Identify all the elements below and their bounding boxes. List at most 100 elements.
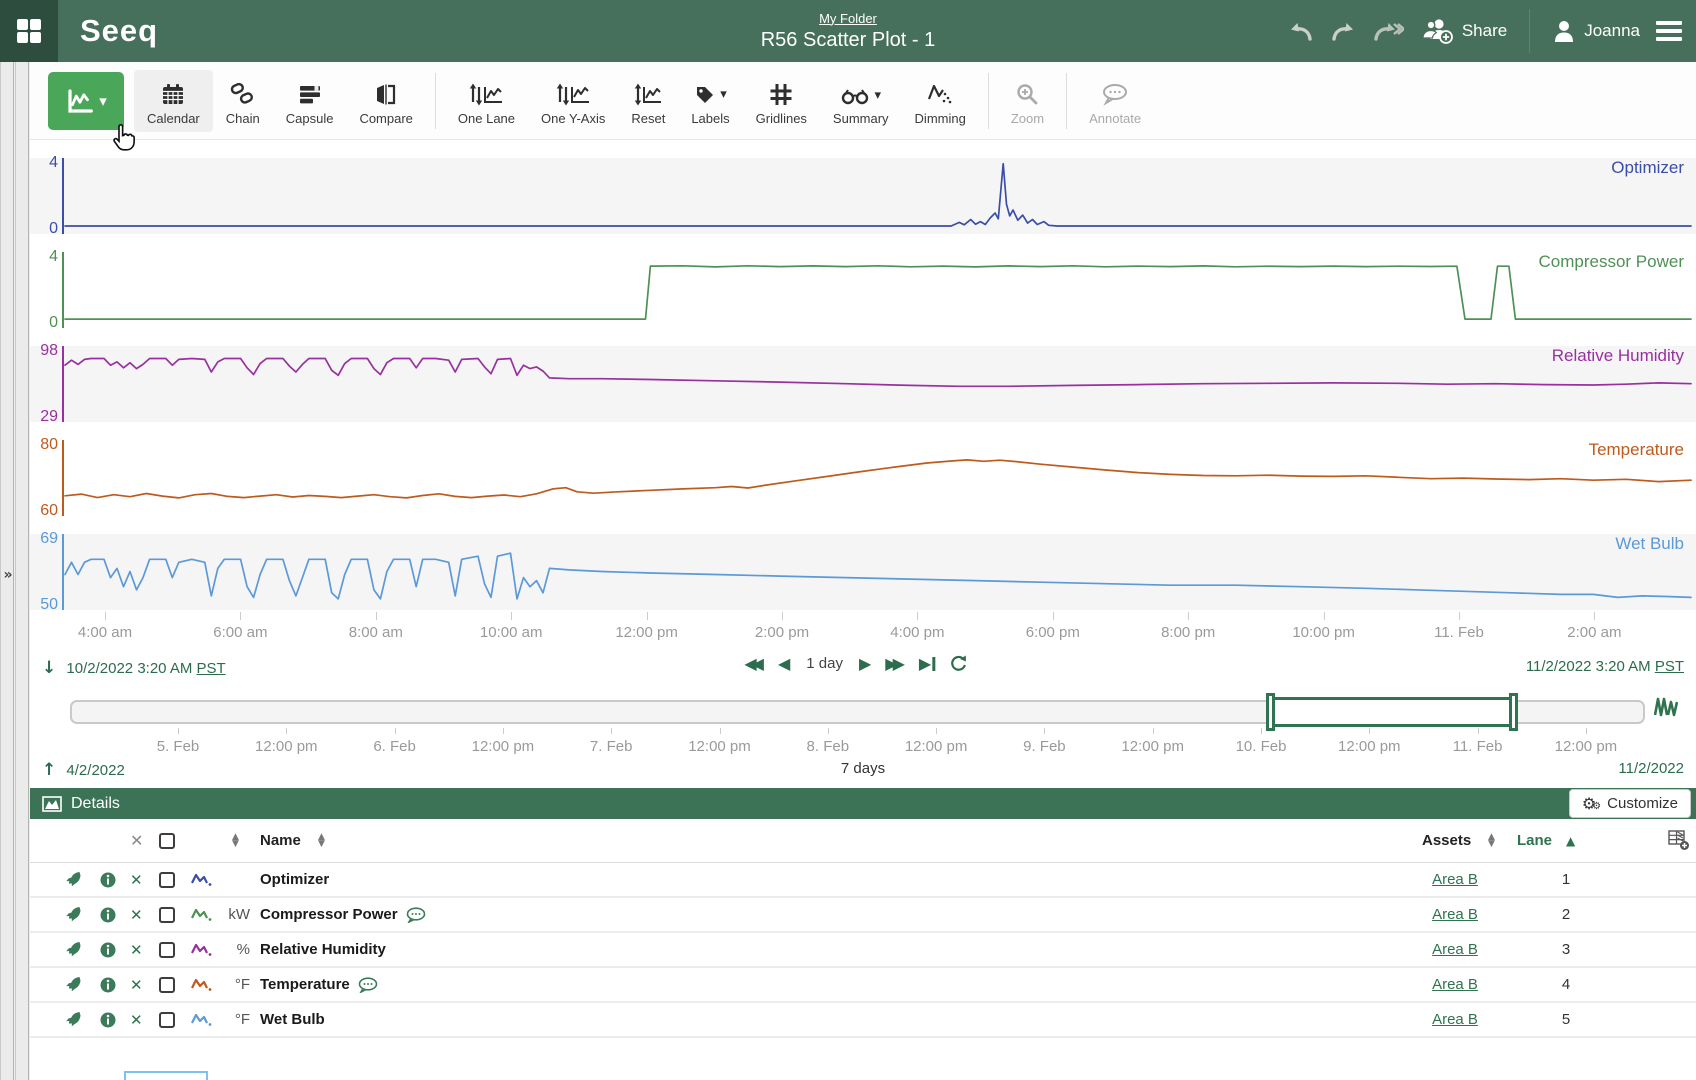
overview-tick	[936, 728, 937, 734]
breadcrumb[interactable]: My Folder	[819, 11, 877, 26]
info-icon[interactable]	[100, 968, 116, 1001]
step-back-much-button[interactable]: ◀◀	[744, 654, 764, 673]
chart-lane-temperature[interactable]: 8060Temperature	[30, 440, 1696, 516]
signal-name[interactable]: Wet Bulb	[260, 1003, 325, 1036]
navigate-rocket-icon[interactable]	[65, 933, 82, 966]
toolbar-button-summary[interactable]: ▾ Summary	[820, 70, 902, 132]
navigate-rocket-icon[interactable]	[65, 863, 82, 896]
app-switcher-button[interactable]	[0, 0, 58, 62]
toolbar-button-one-y-axis[interactable]: One Y-Axis	[528, 70, 618, 132]
add-column-button[interactable]	[1668, 819, 1690, 862]
view-mode-button[interactable]: ▾	[48, 72, 124, 130]
redo-all-icon[interactable]	[1372, 19, 1404, 43]
column-header-lane[interactable]: Lane	[1517, 819, 1552, 862]
auto-update-icon[interactable]	[1654, 696, 1678, 718]
toolbar-button-reset[interactable]: Reset	[618, 70, 678, 132]
info-icon[interactable]	[100, 1003, 116, 1036]
share-button[interactable]: Share	[1420, 17, 1507, 45]
overview-duration[interactable]: 7 days	[30, 760, 1696, 777]
remove-signal-button[interactable]: ✕	[130, 898, 143, 931]
comment-icon[interactable]	[358, 977, 378, 993]
display-range-start[interactable]: ↓ 10/2/2022 3:20 AM PST	[42, 658, 226, 678]
navigate-rocket-icon[interactable]	[65, 968, 82, 1001]
table-row[interactable]: ✕ kW Compressor Power Area B 2	[30, 898, 1696, 933]
step-forward-button[interactable]: ▶	[859, 654, 871, 673]
redo-icon[interactable]	[1330, 19, 1356, 43]
remove-signal-button[interactable]: ✕	[130, 863, 143, 896]
refresh-icon[interactable]	[949, 654, 968, 673]
expand-panel-strip-1[interactable]: »	[0, 62, 14, 1080]
remove-signal-button[interactable]: ✕	[130, 933, 143, 966]
app-logo[interactable]: Seeq	[80, 13, 158, 49]
step-to-end-button[interactable]: ▶	[919, 654, 935, 673]
step-forward-much-button[interactable]: ▶▶	[885, 654, 905, 673]
asset-link[interactable]: Area B	[1425, 1003, 1485, 1036]
table-row[interactable]: ✕ °F Temperature Area B 4	[30, 968, 1696, 1003]
overview-end-date[interactable]: 11/2/2022	[1618, 760, 1684, 777]
toolbar-button-compare[interactable]: Compare	[346, 70, 425, 132]
asset-link[interactable]: Area B	[1425, 968, 1485, 1001]
navigate-rocket-icon[interactable]	[65, 898, 82, 931]
user-menu[interactable]: Joanna	[1552, 19, 1640, 43]
toolbar-label: Capsule	[286, 111, 334, 126]
chart-lane-optimizer[interactable]: 40Optimizer	[30, 158, 1696, 234]
table-row[interactable]: ✕ °F Wet Bulb Area B 5	[30, 1003, 1696, 1038]
customize-button[interactable]: ⚙⚙ Customize	[1569, 789, 1691, 818]
toolbar-button-one-lane[interactable]: One Lane	[445, 70, 528, 132]
table-row[interactable]: ✕ % Relative Humidity Area B 3	[30, 933, 1696, 968]
row-checkbox[interactable]	[159, 1003, 175, 1036]
sort-icon[interactable]: ▲▼	[1488, 819, 1495, 862]
row-checkbox[interactable]	[159, 863, 175, 896]
toolbar-button-gridlines[interactable]: Gridlines	[743, 70, 820, 132]
chart-lane-relative-humidity[interactable]: 9829Relative Humidity	[30, 346, 1696, 422]
remove-signal-button[interactable]: ✕	[130, 1003, 143, 1036]
chevrons-right-icon[interactable]: »	[1, 567, 15, 583]
timezone-link[interactable]: PST	[197, 660, 226, 677]
row-checkbox[interactable]	[159, 898, 175, 931]
time-axis-tick	[105, 612, 106, 620]
sort-icon[interactable]: ▲▼	[318, 819, 325, 862]
column-header-assets[interactable]: Assets	[1422, 819, 1471, 862]
row-checkbox[interactable]	[159, 968, 175, 1001]
signal-name[interactable]: Relative Humidity	[260, 933, 386, 966]
remove-signal-button[interactable]: ✕	[130, 968, 143, 1001]
toolbar-button-dimming[interactable]: Dimming	[902, 70, 979, 132]
one-lane-icon	[469, 83, 503, 106]
toolbar-button-labels[interactable]: ▾ Labels	[678, 70, 742, 132]
trend-chart[interactable]: 40Optimizer 40Compressor Power 9829Relativ…	[30, 141, 1696, 653]
comment-icon[interactable]	[406, 907, 426, 923]
signal-name[interactable]: Compressor Power	[260, 898, 426, 931]
toolbar-button-capsule[interactable]: Capsule	[273, 70, 347, 132]
navigate-rocket-icon[interactable]	[65, 1003, 82, 1036]
timezone-link[interactable]: PST	[1655, 658, 1684, 675]
display-range-end-text[interactable]: 11/2/2022 3:20 AM	[1526, 658, 1651, 675]
overview-tick	[286, 728, 287, 734]
display-range-start-text[interactable]: 10/2/2022 3:20 AM	[66, 660, 192, 677]
row-checkbox[interactable]	[159, 933, 175, 966]
asset-link[interactable]: Area B	[1425, 898, 1485, 931]
undo-icon[interactable]	[1288, 19, 1314, 43]
overview-selected-range[interactable]	[1270, 697, 1515, 727]
info-icon[interactable]	[100, 863, 116, 896]
asset-link[interactable]: Area B	[1425, 863, 1485, 896]
step-size-label[interactable]: 1 day	[806, 655, 843, 672]
sort-icon[interactable]: ▲▼	[232, 819, 239, 862]
sort-ascending-icon[interactable]: ▲	[1566, 819, 1575, 862]
info-icon[interactable]	[100, 933, 116, 966]
step-back-button[interactable]: ◀	[778, 654, 790, 673]
table-row[interactable]: ✕ Optimizer Area B 1	[30, 863, 1696, 898]
toolbar-button-calendar[interactable]: Calendar	[134, 70, 213, 132]
info-icon[interactable]	[100, 898, 116, 931]
display-range-end[interactable]: 11/2/2022 3:20 AM PST	[1526, 658, 1684, 675]
chart-lane-compressor-power[interactable]: 40Compressor Power	[30, 252, 1696, 328]
remove-all-button[interactable]: ✕	[130, 819, 143, 862]
signal-name[interactable]: Temperature	[260, 968, 378, 1001]
signal-name[interactable]: Optimizer	[260, 863, 329, 896]
expand-panel-strip-2[interactable]: »	[15, 62, 29, 1080]
hamburger-menu-button[interactable]	[1656, 21, 1682, 41]
chart-lane-wet-bulb[interactable]: 6950Wet Bulb	[30, 534, 1696, 610]
select-all-checkbox[interactable]	[159, 819, 175, 862]
asset-link[interactable]: Area B	[1425, 933, 1485, 966]
toolbar-button-chain[interactable]: Chain	[213, 70, 273, 132]
column-header-name[interactable]: Name	[260, 819, 301, 862]
